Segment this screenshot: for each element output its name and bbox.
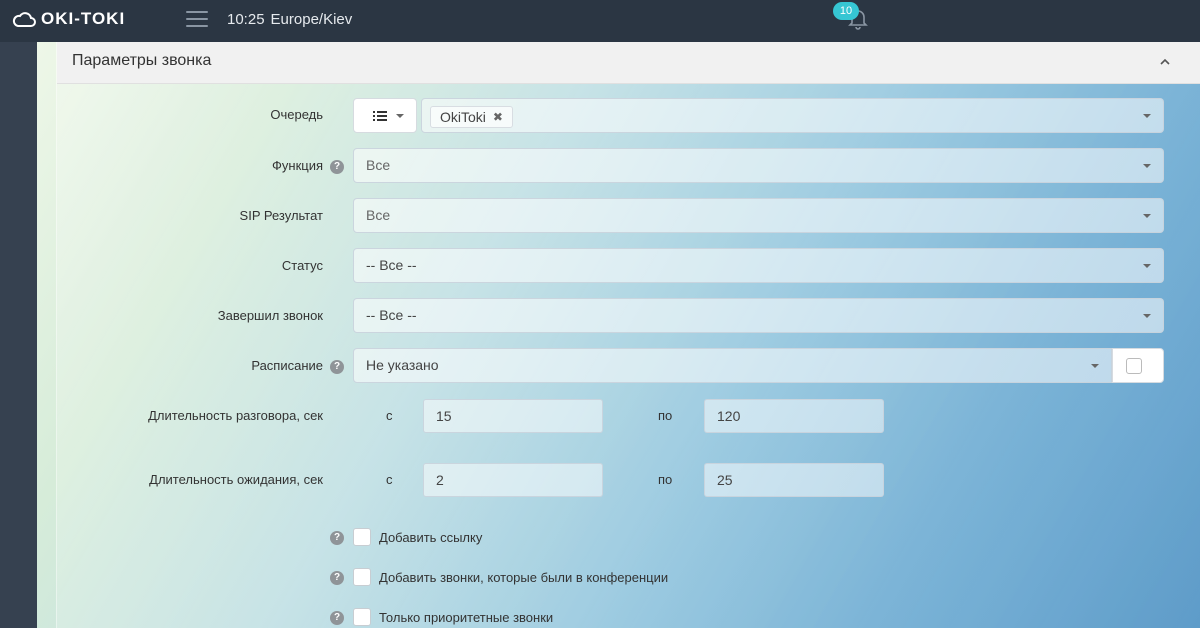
brand-logo[interactable]: OKI-TOKI <box>12 9 125 29</box>
talk-duration-to-input[interactable] <box>704 399 884 433</box>
clock: 10:25 Europe/Kiev <box>227 11 352 28</box>
help-icon[interactable]: ? <box>330 611 344 625</box>
add-conference-calls-label: Добавить звонки, которые были в конферен… <box>379 570 669 585</box>
status-select[interactable]: -- Все -- <box>353 248 1164 283</box>
wait-duration-to-input[interactable] <box>704 463 884 497</box>
queue-select[interactable] <box>421 98 1164 133</box>
talk-duration-to-label: по <box>658 408 673 423</box>
sip-result-value: Все <box>366 207 391 223</box>
chevron-down-icon <box>1143 214 1151 218</box>
schedule-label: Расписание <box>251 358 323 373</box>
chevron-down-icon <box>1091 364 1099 368</box>
list-icon <box>373 111 387 121</box>
ended-call-value: -- Все -- <box>366 307 417 323</box>
status-label: Статус <box>281 258 323 273</box>
sidebar <box>0 42 37 628</box>
queue-label: Очередь <box>270 107 323 122</box>
sip-result-label: SIP Результат <box>239 208 323 223</box>
queue-list-button[interactable] <box>353 98 417 133</box>
notification-badge[interactable]: 10 <box>833 2 859 20</box>
clock-time: 10:25 <box>227 11 265 28</box>
wait-duration-from-label: с <box>386 472 393 487</box>
help-icon[interactable]: ? <box>330 160 344 174</box>
ended-call-select[interactable]: -- Все -- <box>353 298 1164 333</box>
add-link-checkbox[interactable] <box>353 528 371 546</box>
chevron-down-icon <box>396 114 404 118</box>
schedule-select[interactable]: Не указано <box>353 348 1112 383</box>
panel-header[interactable]: Параметры звонка <box>57 42 1200 84</box>
status-value: -- Все -- <box>366 257 417 273</box>
chevron-down-icon <box>1143 114 1151 118</box>
schedule-value: Не указано <box>366 357 439 373</box>
chevron-down-icon <box>1143 314 1151 318</box>
wait-duration-to-label: по <box>658 472 673 487</box>
queue-tag: OkiToki ✖ <box>430 106 513 128</box>
talk-duration-label: Длительность разговора, сек <box>148 408 323 423</box>
talk-duration-from-label: с <box>386 408 393 423</box>
add-conference-calls-checkbox[interactable] <box>353 568 371 586</box>
brand-name: OKI-TOKI <box>41 9 126 28</box>
talk-duration-from-input[interactable] <box>423 399 603 433</box>
tag-remove-icon[interactable]: ✖ <box>493 110 503 124</box>
function-select[interactable]: Все <box>353 148 1164 183</box>
priority-calls-checkbox[interactable] <box>353 608 371 626</box>
top-navbar: OKI-TOKI 10:25 Europe/Kiev 10 <box>0 0 1200 42</box>
function-value: Все <box>366 157 391 173</box>
add-link-label: Добавить ссылку <box>379 530 483 545</box>
wait-duration-label: Длительность ожидания, сек <box>149 472 323 487</box>
chevron-down-icon <box>1143 164 1151 168</box>
schedule-checkbox-addon[interactable] <box>1112 348 1164 383</box>
chevron-up-icon[interactable] <box>1159 56 1171 68</box>
cloud-icon <box>12 12 36 27</box>
priority-calls-label: Только приоритетные звонки <box>379 610 554 625</box>
queue-tag-label: OkiToki <box>440 109 486 125</box>
function-label: Функция <box>272 158 323 173</box>
chevron-down-icon <box>1143 264 1151 268</box>
ended-call-label: Завершил звонок <box>217 308 323 323</box>
sip-result-select[interactable]: Все <box>353 198 1164 233</box>
panel-title: Параметры звонка <box>72 52 212 69</box>
schedule-checkbox[interactable] <box>1126 358 1142 374</box>
help-icon[interactable]: ? <box>330 360 344 374</box>
help-icon[interactable]: ? <box>330 571 344 585</box>
menu-toggle-icon[interactable] <box>186 11 208 29</box>
help-icon[interactable]: ? <box>330 531 344 545</box>
clock-timezone: Europe/Kiev <box>270 11 353 28</box>
wait-duration-from-input[interactable] <box>423 463 603 497</box>
